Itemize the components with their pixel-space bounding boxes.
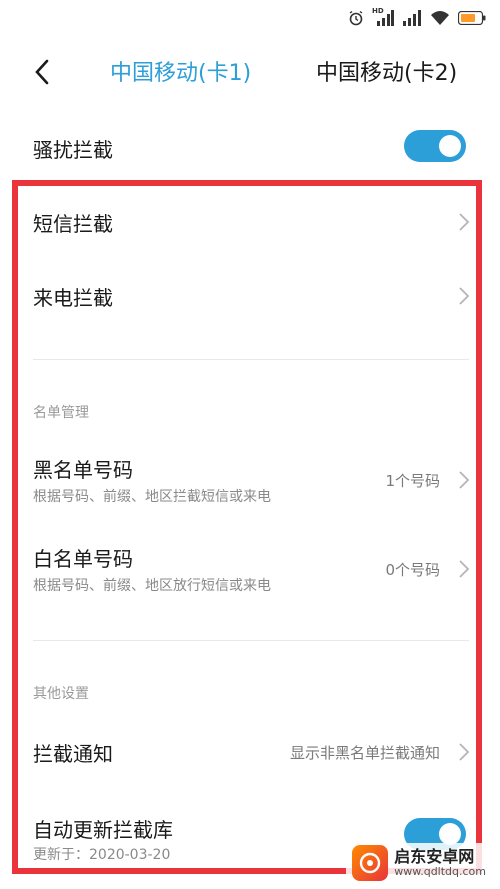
battery-icon	[458, 11, 486, 25]
signal-hd-icon: HD	[372, 7, 394, 27]
sms-intercept-item[interactable]: 短信拦截	[0, 192, 500, 252]
chevron-right-icon	[458, 470, 470, 490]
whitelist-count: 0个号码	[385, 561, 440, 579]
intercept-notification-item[interactable]: 拦截通知 显示非黑名单拦截通知	[0, 722, 500, 782]
watermark-name: 启东安卓网	[394, 847, 475, 867]
harassment-toggle[interactable]	[404, 130, 466, 162]
call-intercept-item[interactable]: 来电拦截	[0, 266, 500, 326]
call-intercept-label: 来电拦截	[33, 286, 113, 310]
chevron-right-icon	[458, 212, 470, 232]
whitelist-subtitle: 根据号码、前缀、地区放行短信或来电	[33, 578, 271, 594]
harassment-row[interactable]: 骚扰拦截	[0, 118, 500, 178]
tab-sim1[interactable]: 中国移动(卡1)	[110, 58, 251, 90]
blacklist-count: 1个号码	[385, 472, 440, 490]
whitelist-item[interactable]: 白名单号码 根据号码、前缀、地区放行短信或来电 0个号码	[0, 541, 500, 601]
other-settings-section-label: 其他设置	[33, 686, 89, 702]
auto-update-subtitle: 更新于：2020-03-20	[33, 847, 171, 863]
chevron-right-icon	[458, 742, 470, 762]
blacklist-title: 黑名单号码	[33, 458, 133, 482]
blacklist-item[interactable]: 黑名单号码 根据号码、前缀、地区拦截短信或来电 1个号码	[0, 452, 500, 512]
chevron-left-icon	[33, 59, 51, 89]
list-management-section-label: 名单管理	[33, 405, 89, 421]
back-button[interactable]	[24, 56, 60, 92]
alarm-icon	[348, 10, 364, 26]
tab-sim2[interactable]: 中国移动(卡2)	[316, 58, 457, 90]
watermark-url: www.qdltdq.com	[394, 864, 486, 878]
divider	[33, 359, 469, 360]
watermark-logo-icon	[352, 845, 389, 881]
divider	[33, 640, 469, 641]
toggle-knob	[439, 135, 461, 157]
toggle-knob	[439, 823, 461, 845]
auto-update-title: 自动更新拦截库	[33, 818, 173, 842]
blacklist-subtitle: 根据号码、前缀、地区拦截短信或来电	[33, 489, 271, 505]
status-icons: HD	[348, 7, 486, 28]
whitelist-title: 白名单号码	[33, 547, 133, 571]
intercept-notification-title: 拦截通知	[33, 742, 113, 766]
chevron-right-icon	[458, 286, 470, 306]
status-bar: HD	[0, 0, 500, 34]
signal-icon	[402, 10, 422, 26]
watermark: 启东安卓网 www.qdltdq.com	[346, 843, 492, 883]
sms-intercept-label: 短信拦截	[33, 212, 113, 236]
intercept-notification-value: 显示非黑名单拦截通知	[289, 744, 440, 762]
wifi-icon	[430, 10, 450, 26]
harassment-label: 骚扰拦截	[33, 138, 113, 162]
chevron-right-icon	[458, 559, 470, 579]
header: 中国移动(卡1) 中国移动(卡2)	[0, 44, 500, 104]
